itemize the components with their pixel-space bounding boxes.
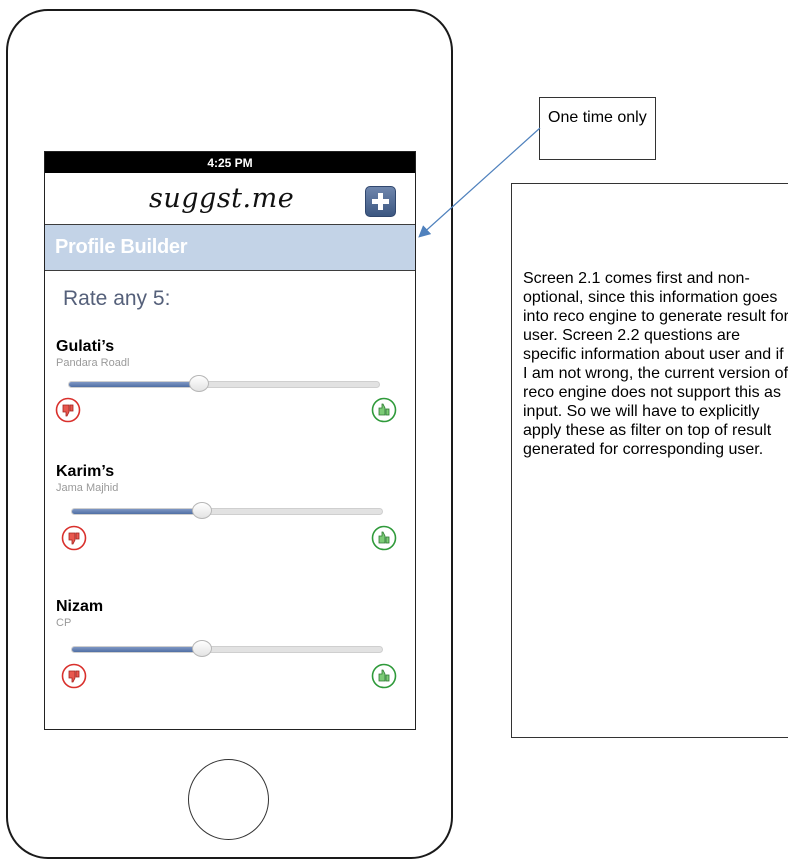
annotation-callout: One time only — [539, 97, 656, 160]
slider-thumb[interactable] — [189, 375, 210, 392]
item-name: Karim’s — [56, 463, 115, 480]
rating-slider[interactable] — [71, 640, 383, 657]
item-location: Pandara Roadl — [56, 357, 130, 369]
app-header: suggst.me — [45, 173, 415, 224]
add-button[interactable] — [365, 186, 396, 217]
phone-screen: 4:25 PM suggst.me Profile Builder Rate a… — [44, 151, 416, 730]
slider-fill — [72, 647, 203, 652]
thumbs-up-icon[interactable] — [371, 663, 397, 689]
thumbs-up-icon[interactable] — [371, 525, 397, 551]
rating-item: Karim’s Jama Majhid — [45, 463, 415, 583]
thumbs-down-icon[interactable] — [61, 663, 87, 689]
banner-title: Profile Builder — [55, 236, 188, 258]
rating-item: Nizam CP — [45, 598, 415, 718]
slider-fill — [69, 382, 200, 387]
slider-thumb[interactable] — [192, 502, 213, 519]
thumbs-up-icon[interactable] — [371, 397, 397, 423]
status-bar: 4:25 PM — [45, 152, 415, 173]
status-time: 4:25 PM — [207, 156, 253, 170]
item-name: Gulati’s — [56, 338, 115, 355]
note-text: Screen 2.1 comes first and non-optional,… — [523, 270, 788, 458]
profile-builder-banner: Profile Builder — [45, 224, 415, 271]
rating-slider[interactable] — [68, 375, 380, 392]
rating-slider[interactable] — [71, 502, 383, 519]
section-title: Rate any 5: — [63, 287, 171, 310]
thumbs-down-icon[interactable] — [61, 525, 87, 551]
app-logo: suggst.me — [149, 183, 295, 214]
home-button[interactable] — [188, 759, 269, 840]
annotation-note: Screen 2.1 comes first and non-optional,… — [511, 183, 788, 738]
slider-fill — [72, 509, 203, 514]
slider-thumb[interactable] — [192, 640, 213, 657]
item-location: CP — [56, 617, 72, 629]
rating-item: Gulati’s Pandara Roadl — [45, 338, 415, 458]
item-name: Nizam — [56, 598, 104, 615]
item-location: Jama Majhid — [56, 482, 119, 494]
thumbs-down-icon[interactable] — [55, 397, 81, 423]
plus-icon — [372, 193, 389, 210]
callout-text: One time only — [548, 109, 647, 126]
